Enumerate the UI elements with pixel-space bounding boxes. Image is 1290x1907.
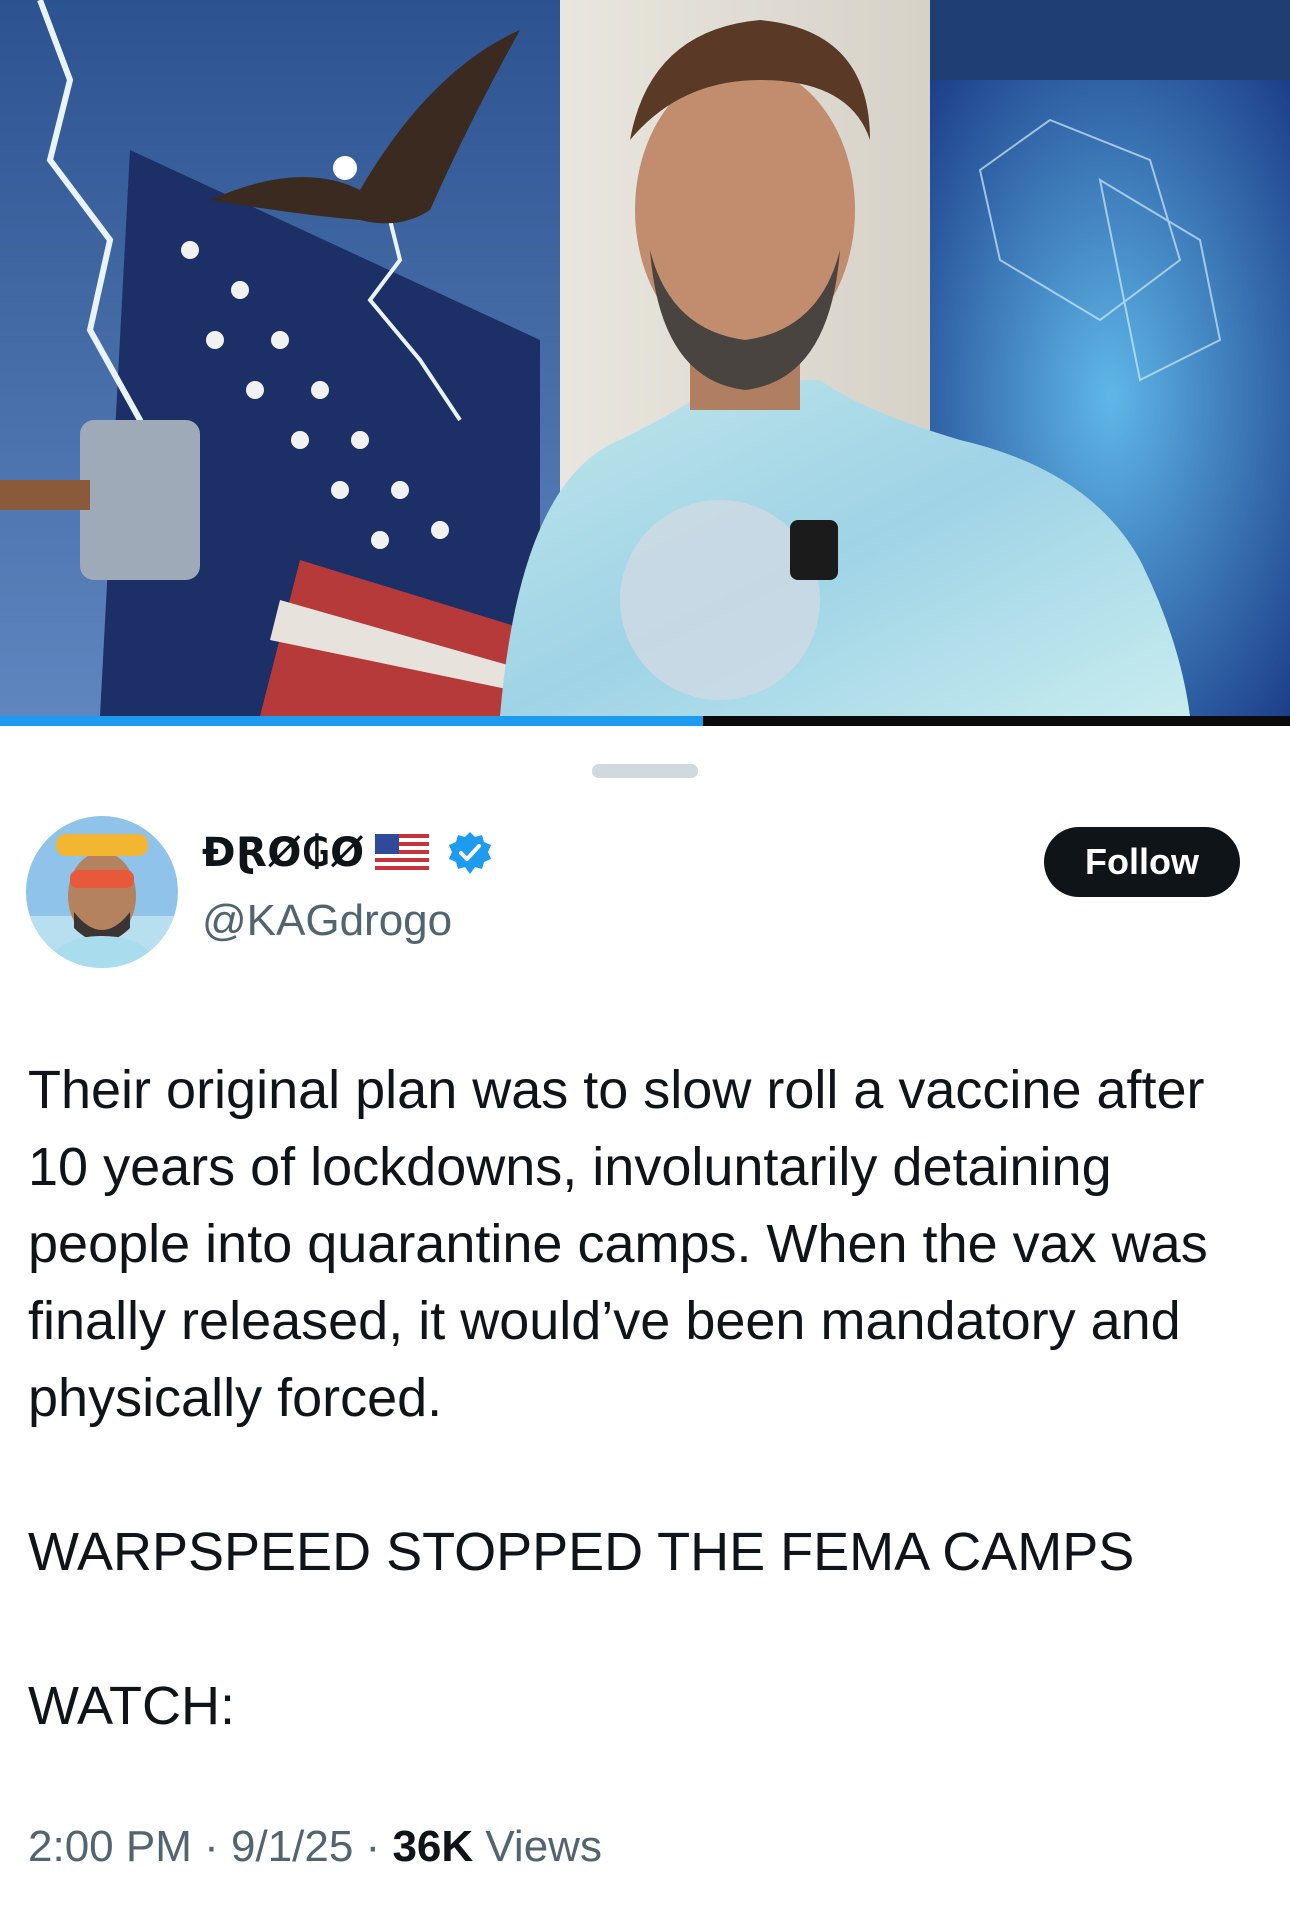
avatar[interactable] [26,816,178,968]
video-player[interactable] [0,0,1290,716]
verified-badge-icon [447,830,493,876]
meta-separator: · [191,1822,231,1871]
tweet-date[interactable]: 9/1/25 [231,1822,353,1871]
tweet-meta: 2:00 PM · 9/1/25 · 36K Views [28,1822,602,1872]
display-name[interactable]: ĐⱤØ₲Ø [202,830,493,876]
display-name-text: ĐⱤØ₲Ø [202,830,365,876]
us-flag-icon [374,834,429,872]
avatar-image [26,816,178,968]
video-frame [0,0,1290,716]
tweet-paragraph: WATCH: [28,1676,235,1736]
follow-button[interactable]: Follow [1044,827,1240,897]
video-progress-fill [0,716,704,726]
tweet-time[interactable]: 2:00 PM [28,1822,192,1871]
views-label: Views [473,1822,602,1871]
meta-separator: · [353,1822,393,1871]
tweet-paragraph: Their original plan was to slow roll a v… [28,1060,1208,1428]
tweet-text: Their original plan was to slow roll a v… [28,1052,1258,1745]
sheet-drag-handle[interactable] [592,764,698,778]
user-handle[interactable]: @KAGdrogo [202,896,452,946]
tweet-paragraph: WARPSPEED STOPPED THE FEMA CAMPS [28,1522,1135,1582]
views-count[interactable]: 36K [392,1822,473,1871]
video-progress-bar[interactable] [0,716,1290,726]
